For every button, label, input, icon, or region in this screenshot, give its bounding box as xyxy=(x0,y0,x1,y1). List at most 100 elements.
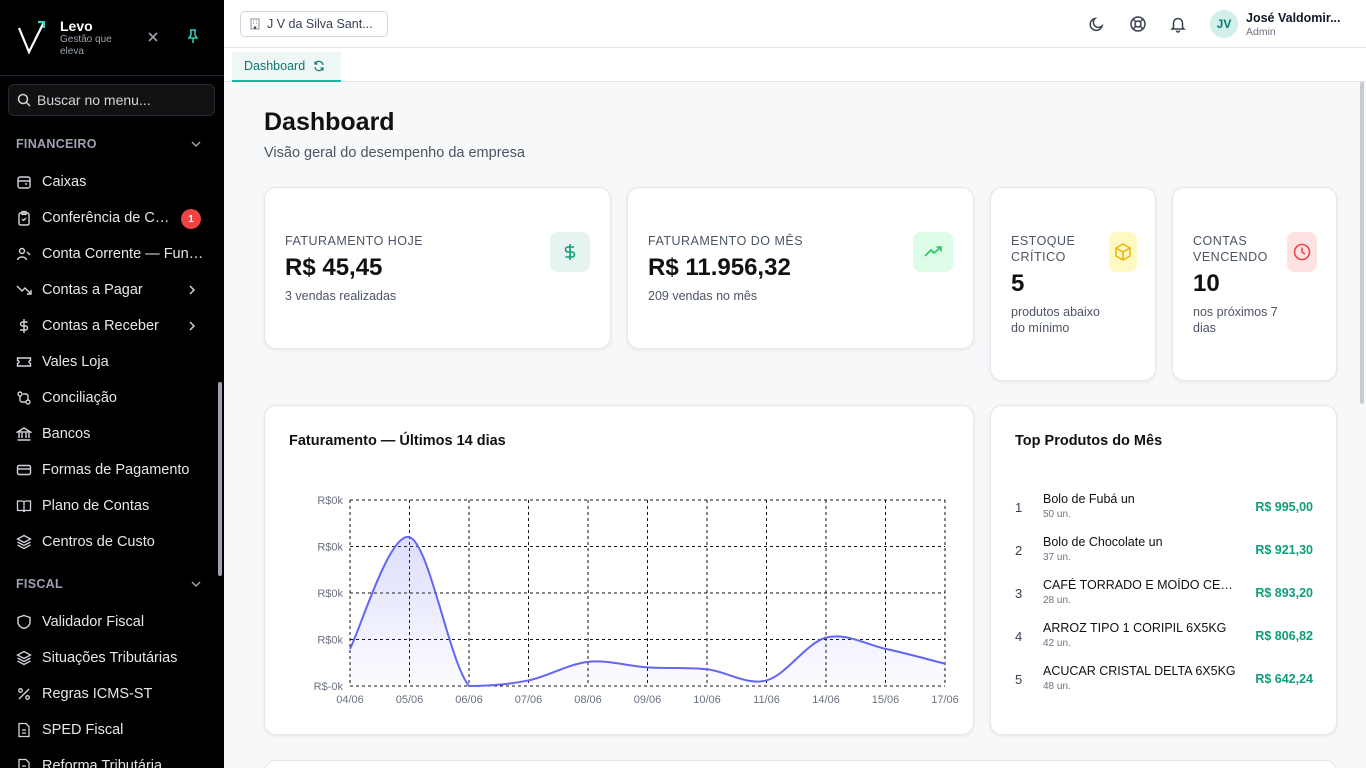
sidebar-item-validador-fiscal[interactable]: Validador Fiscal xyxy=(0,604,216,640)
sidebar-item-label: SPED Fiscal xyxy=(42,722,124,738)
kpi-label: ESTOQUE CRÍTICO xyxy=(1011,234,1076,264)
sidebar-item-caixas[interactable]: Caixas xyxy=(0,164,216,200)
product-qty: 37 un. xyxy=(1043,552,1071,563)
bank-icon xyxy=(16,427,32,441)
brand-tagline: Gestão que eleva xyxy=(60,33,112,57)
sidebar-item-label: Regras ICMS-ST xyxy=(42,686,153,702)
sidebar-item-contas-receber[interactable]: Contas a Receber xyxy=(0,308,216,344)
ticket-icon xyxy=(16,357,32,367)
kpi-icon-box xyxy=(1109,232,1137,272)
kpi-card-contas-vencendo: CONTAS VENCENDO 10 nos próximos 7 dias xyxy=(1172,187,1337,381)
kpi-value: R$ 11.956,32 xyxy=(648,254,791,281)
list-item[interactable]: 2 Bolo de Chocolate un 37 un. R$ 921,30 xyxy=(1015,535,1313,575)
menu-search-input[interactable]: Buscar no menu... xyxy=(8,84,215,116)
topbar: J V da Silva Sant... JV José Valdomir...… xyxy=(224,0,1366,48)
sidebar-item-label: Situações Tributárias xyxy=(42,650,178,666)
tab-bar: Dashboard xyxy=(224,48,1366,82)
sidebar-item-label: Bancos xyxy=(42,426,91,442)
brand: Levo Gestão que eleva xyxy=(0,0,224,76)
sidebar-item-contas-pagar[interactable]: Contas a Pagar xyxy=(0,272,216,308)
sidebar-item-conciliacao[interactable]: Conciliação xyxy=(0,380,216,416)
sidebar-item-regras-icms[interactable]: Regras ICMS-ST xyxy=(0,676,216,712)
product-name: ARROZ TIPO 1 CORIPIL 6X5KG xyxy=(1043,621,1227,635)
file-icon xyxy=(18,758,30,768)
kpi-card-estoque-critico: ESTOQUE CRÍTICO 5 produtos abaixo do mín… xyxy=(990,187,1156,381)
user-role: Admin xyxy=(1246,26,1276,38)
x-tick-label: 14/06 xyxy=(812,694,840,706)
product-value: R$ 921,30 xyxy=(1255,543,1313,557)
layers-icon xyxy=(16,534,32,550)
list-item[interactable]: 5 ACUCAR CRISTAL DELTA 6X5KG 48 un. R$ 642,… xyxy=(1015,664,1313,704)
sidebar-item-situacoes-tributarias[interactable]: Situações Tributárias xyxy=(0,640,216,676)
git-compare-icon xyxy=(17,391,31,405)
moon-icon[interactable] xyxy=(1088,15,1106,33)
percent-icon xyxy=(18,688,30,700)
building-icon xyxy=(250,18,260,30)
sidebar-item-reforma-tributaria[interactable]: Reforma Tributária xyxy=(0,748,216,768)
section-title: FINANCEIRO xyxy=(16,137,97,151)
bell-icon[interactable] xyxy=(1169,15,1187,33)
collapse-icon[interactable] xyxy=(144,28,162,46)
chevron-right-icon xyxy=(189,285,196,295)
clipboard-icon xyxy=(18,210,30,226)
section-fiscal[interactable]: FISCAL xyxy=(0,564,216,604)
sidebar-item-label: Contas a Receber xyxy=(42,318,159,334)
y-tick-label: R$-0k xyxy=(314,681,344,693)
kpi-value: R$ 45,45 xyxy=(285,254,383,281)
section-financeiro[interactable]: FINANCEIRO xyxy=(0,124,216,164)
tab-label: Dashboard xyxy=(244,59,306,73)
sidebar-item-label: Vales Loja xyxy=(42,354,109,370)
kpi-icon-box xyxy=(550,232,590,272)
product-value: R$ 642,24 xyxy=(1255,672,1313,686)
sidebar-item-plano-contas[interactable]: Plano de Contas xyxy=(0,488,216,524)
x-tick-label: 08/06 xyxy=(574,694,602,706)
top-products-title: Top Produtos do Mês xyxy=(1015,433,1163,449)
product-name: Bolo de Fubá un xyxy=(1043,492,1135,506)
product-qty: 50 un. xyxy=(1043,509,1071,520)
avatar[interactable]: JV xyxy=(1210,10,1238,38)
dollar-icon xyxy=(19,319,29,333)
x-tick-label: 15/06 xyxy=(872,694,900,706)
sidebar-item-label: Conta Corrente — Funcionários xyxy=(42,246,204,262)
list-item[interactable]: 4 ARROZ TIPO 1 CORIPIL 6X5KG 42 un. R$ 806,… xyxy=(1015,621,1313,661)
product-name: ACUCAR CRISTAL DELTA 6X5KG xyxy=(1043,664,1236,678)
list-item[interactable]: 1 Bolo de Fubá un 50 un. R$ 995,00 xyxy=(1015,492,1313,532)
help-buoy-icon[interactable] xyxy=(1129,15,1147,33)
sidebar-item-centros-custo[interactable]: Centros de Custo xyxy=(0,524,216,560)
pin-icon[interactable] xyxy=(184,27,202,45)
product-rank: 4 xyxy=(1015,629,1023,644)
revenue-chart-card: Faturamento — Últimos 14 dias R$0k R$0k R$… xyxy=(264,405,974,735)
product-value: R$ 806,82 xyxy=(1255,629,1313,643)
refresh-icon[interactable] xyxy=(313,60,325,72)
sidebar-item-label: Caixas xyxy=(42,174,87,190)
x-tick-label: 17/06 xyxy=(931,694,959,706)
sidebar-item-vales-loja[interactable]: Vales Loja xyxy=(0,344,216,380)
x-tick-label: 07/06 xyxy=(515,694,543,706)
product-rank: 1 xyxy=(1015,500,1023,515)
credit-card-icon xyxy=(16,464,32,476)
sidebar-scrollbar[interactable] xyxy=(218,382,222,576)
company-selector[interactable]: J V da Silva Sant... xyxy=(240,11,388,37)
y-tick-label: R$0k xyxy=(317,542,343,554)
sidebar-item-conta-corrente[interactable]: Conta Corrente — Funcionários xyxy=(0,236,216,272)
trending-down-icon xyxy=(16,285,32,295)
search-icon xyxy=(17,93,31,107)
cash-register-icon xyxy=(17,176,31,189)
sidebar-item-bancos[interactable]: Bancos xyxy=(0,416,216,452)
section-title: FISCAL xyxy=(16,577,63,591)
tab-dashboard[interactable]: Dashboard xyxy=(232,52,341,82)
list-item[interactable]: 3 CAFÉ TORRADO E MOÍDO CERRADO 28 un. R$ 89… xyxy=(1015,578,1313,618)
user-name[interactable]: José Valdomir... xyxy=(1246,11,1341,25)
sidebar-item-label: Contas a Pagar xyxy=(42,282,143,298)
sidebar-item-formas-pagamento[interactable]: Formas de Pagamento xyxy=(0,452,216,488)
sidebar-item-sped-fiscal[interactable]: SPED Fiscal xyxy=(0,712,216,748)
sidebar-item-label: Formas de Pagamento xyxy=(42,462,190,478)
main-scrollbar[interactable] xyxy=(1360,82,1364,404)
clock-icon xyxy=(1293,243,1311,261)
kpi-desc: nos próximos 7 dias xyxy=(1193,305,1278,335)
chevron-right-icon xyxy=(189,321,196,331)
sidebar-item-conferencia[interactable]: Conferência de Caixa 1 xyxy=(0,200,216,236)
sidebar-menu: FINANCEIRO Caixas Conferência de Caixa 1… xyxy=(0,124,216,768)
x-tick-label: 09/06 xyxy=(634,694,662,706)
kpi-icon-box xyxy=(1287,232,1317,272)
